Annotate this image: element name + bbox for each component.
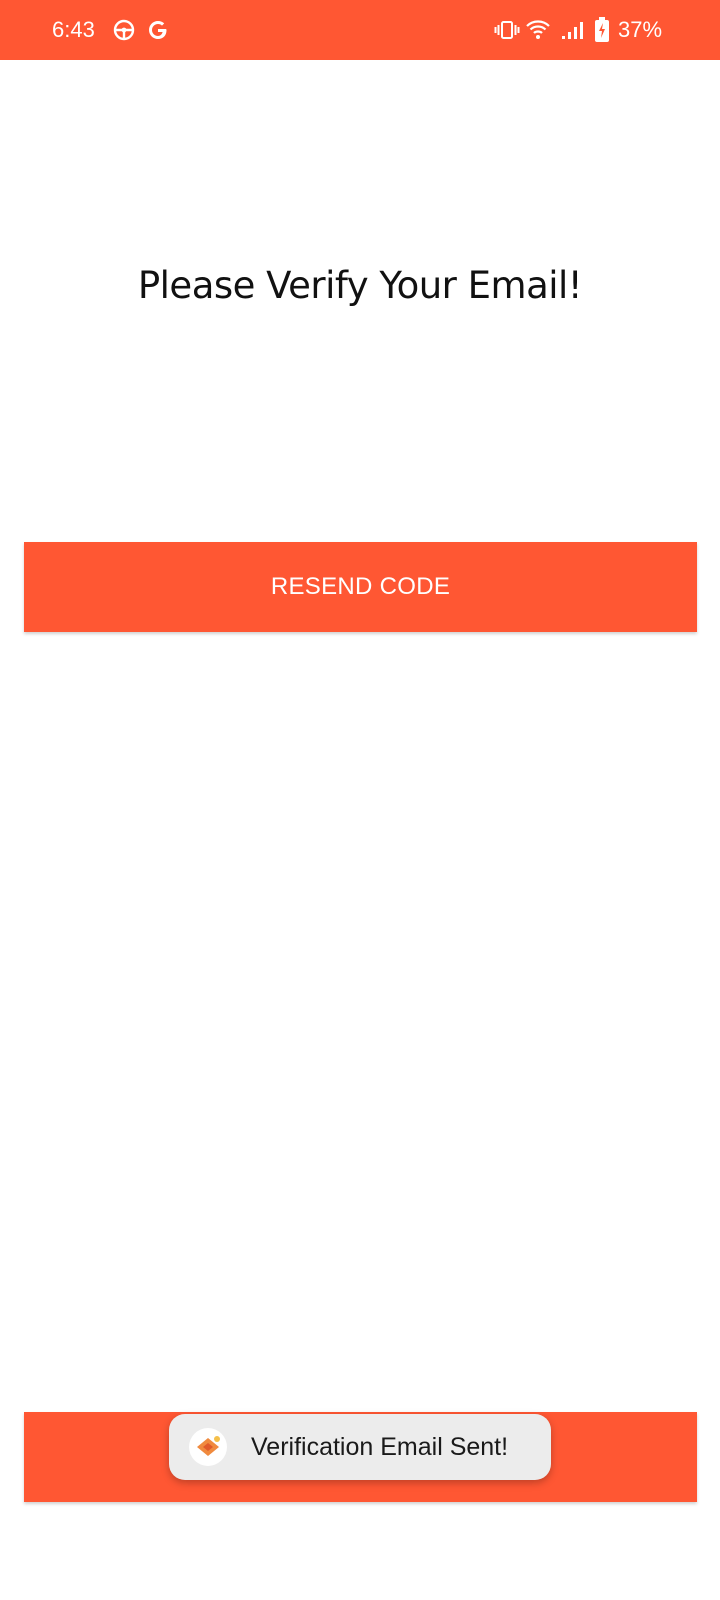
status-bar: 6:43 37% [0, 0, 720, 60]
battery-percentage: 37% [618, 17, 663, 42]
toast: Verification Email Sent! [169, 1414, 551, 1480]
wifi-icon [526, 20, 550, 39]
steering-wheel-icon [113, 19, 135, 41]
vibrate-icon [494, 21, 520, 39]
google-g-icon [149, 21, 167, 39]
signal-icon [562, 22, 583, 39]
resend-code-button[interactable]: RESEND CODE [24, 542, 697, 632]
page-title: Please Verify Your Email! [137, 264, 583, 307]
app-icon [189, 1428, 227, 1466]
status-time: 6:43 [52, 17, 95, 42]
battery-charging-icon [595, 17, 609, 42]
toast-message: Verification Email Sent! [251, 1433, 509, 1461]
